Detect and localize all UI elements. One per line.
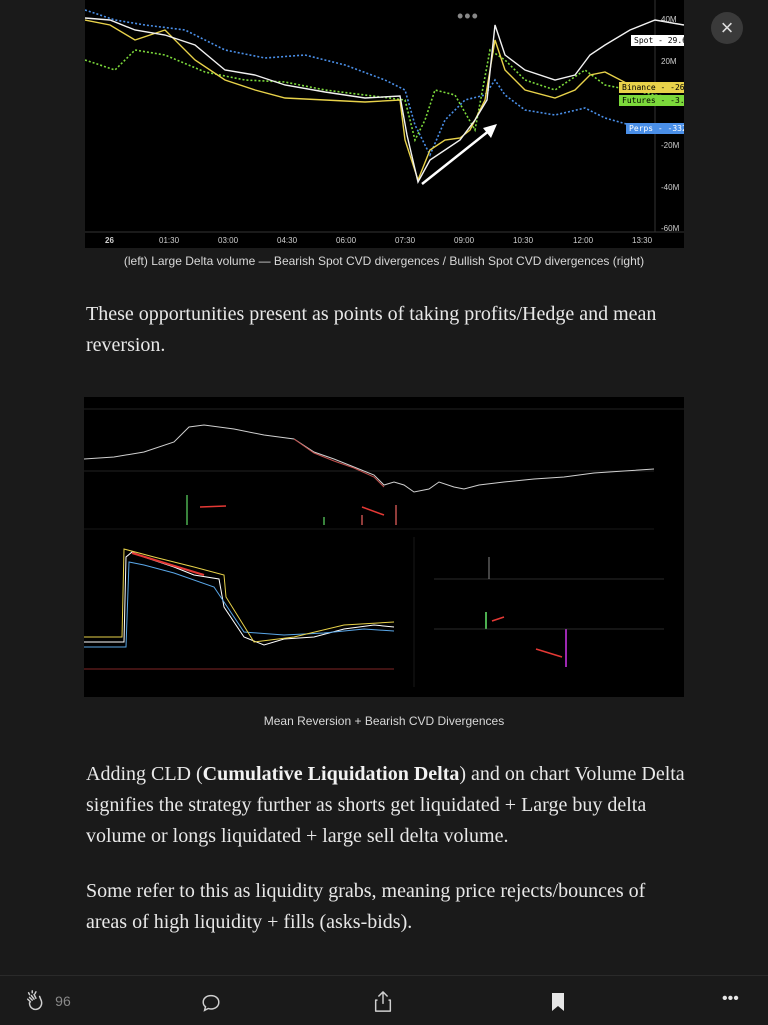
figure-caption-2: Mean Reversion + Bearish CVD Divergences [263, 714, 505, 728]
x-tick: 07:30 [395, 236, 416, 245]
more-icon: ••• [722, 990, 739, 1007]
x-tick: 03:00 [218, 236, 239, 245]
paragraph-2-text: Adding CLD ( [86, 763, 203, 785]
bookmark-icon [552, 993, 564, 1011]
x-tick: 12:00 [573, 236, 594, 245]
futures-label: Futures - -3.41M [619, 95, 684, 106]
x-tick: 13:30 [632, 236, 653, 245]
clap-button[interactable]: 96 [24, 990, 71, 1012]
y-tick: 40M [661, 15, 677, 24]
bottom-toolbar: 96 ••• [0, 975, 768, 1025]
x-tick: 10:30 [513, 236, 534, 245]
y-tick: -40M [661, 183, 680, 192]
more-button[interactable]: ••• [722, 990, 739, 1008]
paragraph-1: These opportunities present as points of… [86, 303, 657, 356]
y-tick: -60M [661, 224, 680, 233]
comment-icon [202, 994, 220, 1012]
mean-reversion-chart-image [84, 397, 684, 697]
clap-count: 96 [55, 993, 71, 1009]
x-tick: 06:00 [336, 236, 357, 245]
x-tick: 01:30 [159, 236, 180, 245]
close-button[interactable]: × [711, 12, 743, 44]
y-tick: 20M [661, 57, 677, 66]
bookmark-button[interactable] [550, 992, 566, 1016]
cvd-chart-image: ••• 40M 20M -20M -40M -60M Spot - 29.67M… [85, 0, 684, 248]
clap-icon [26, 990, 43, 1011]
figure-caption-1: (left) Large Delta volume — Bearish Spot… [123, 254, 645, 268]
more-options-icon[interactable]: ••• [457, 6, 479, 27]
paragraph-3: Some refer to this as liquidity grabs, m… [86, 880, 646, 933]
paragraph-2-bold: Cumulative Liquidation Delta [202, 763, 460, 785]
x-tick: 09:00 [454, 236, 475, 245]
binance-label: Binance - -26.89 [619, 82, 684, 93]
comment-button[interactable] [200, 992, 222, 1018]
x-tick: 04:30 [277, 236, 298, 245]
spot-label: Spot - 29.67M [631, 35, 684, 46]
paragraph-2: Adding CLD (Cumulative Liquidation Delta… [86, 759, 686, 852]
close-icon: × [720, 15, 734, 40]
y-tick: -20M [661, 141, 680, 150]
share-icon [374, 991, 392, 1012]
perps-label: Perps - -332.1 [626, 123, 684, 134]
x-tick: 26 [105, 236, 114, 245]
share-button[interactable] [372, 990, 394, 1018]
